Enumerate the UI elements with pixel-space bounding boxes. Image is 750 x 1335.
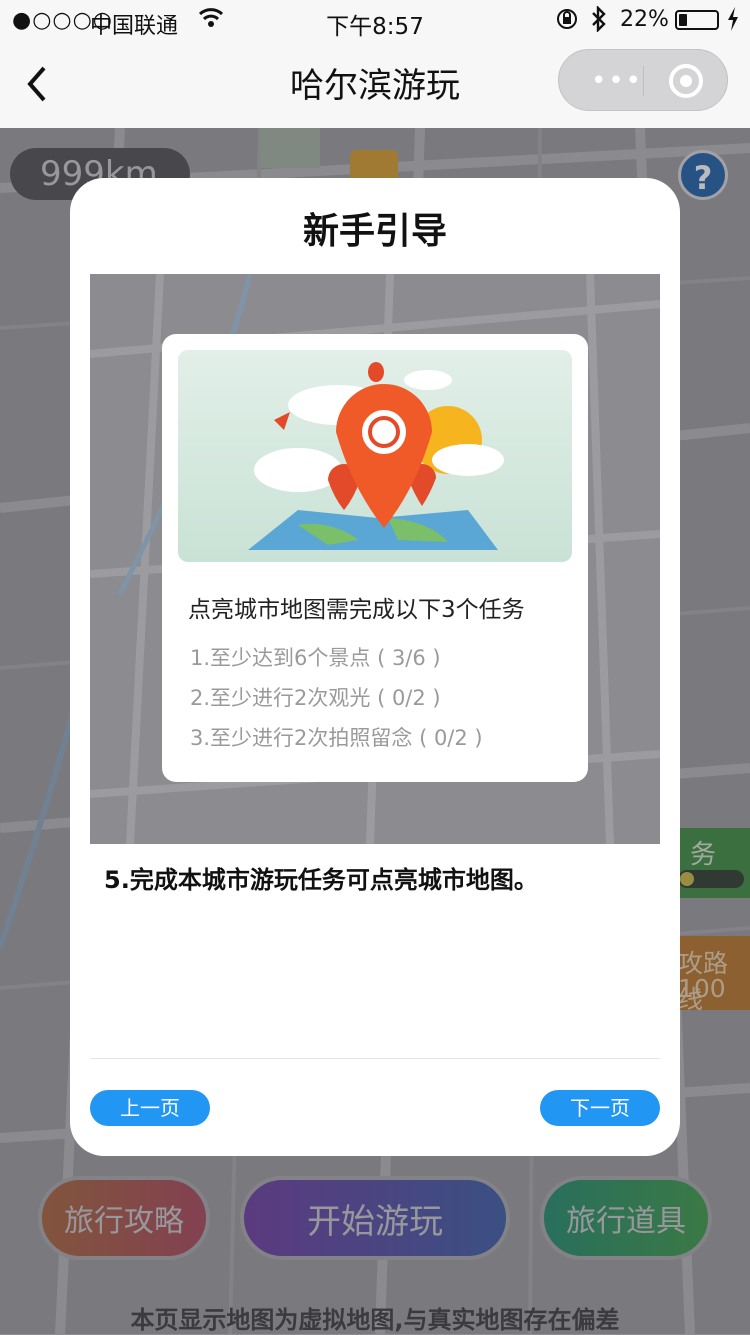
task-item: 1.至少达到6个景点 ( 3/6 ) — [190, 646, 441, 670]
task-item: 2.至少进行2次观光 ( 0/2 ) — [190, 686, 441, 710]
battery-icon — [675, 10, 719, 30]
task-item: 3.至少进行2次拍照留念 ( 0/2 ) — [190, 726, 483, 750]
next-page-button[interactable]: 下一页 — [540, 1090, 660, 1126]
prev-page-button[interactable]: 上一页 — [90, 1090, 210, 1126]
city-map-illustration — [178, 350, 572, 562]
nav-bar: 哈尔滨游玩 ••• — [0, 40, 750, 128]
bluetooth-icon — [590, 5, 608, 38]
beginner-guide-modal: 新手引导 点亮城市地图需完成以下3个任务 1.至少达到6个景点 (3/6) … — [70, 178, 680, 1156]
guide-step-text: 5.完成本城市游玩任务可点亮城市地图。 — [104, 866, 538, 894]
status-bar: ●○○○○ 中国联通 下午8:57 22% — [0, 0, 750, 40]
more-menu-button[interactable]: ••• — [591, 66, 643, 96]
battery-percent: 22% — [620, 7, 669, 32]
rotation-lock-icon — [555, 7, 579, 37]
guide-screenshot: 点亮城市地图需完成以下3个任务 1.至少达到6个景点 ( 3/6 ) 2.至少进… — [90, 274, 660, 844]
charging-bolt-icon — [726, 6, 740, 38]
capsule-divider — [643, 66, 644, 96]
modal-title: 新手引导 — [302, 211, 447, 252]
divider — [90, 1058, 660, 1059]
task-card: 点亮城市地图需完成以下3个任务 1.至少达到6个景点 ( 3/6 ) 2.至少进… — [162, 334, 588, 782]
card-heading: 点亮城市地图需完成以下3个任务 — [188, 597, 525, 623]
close-program-icon[interactable] — [669, 64, 703, 98]
mini-program-capsule: ••• — [558, 49, 728, 111]
